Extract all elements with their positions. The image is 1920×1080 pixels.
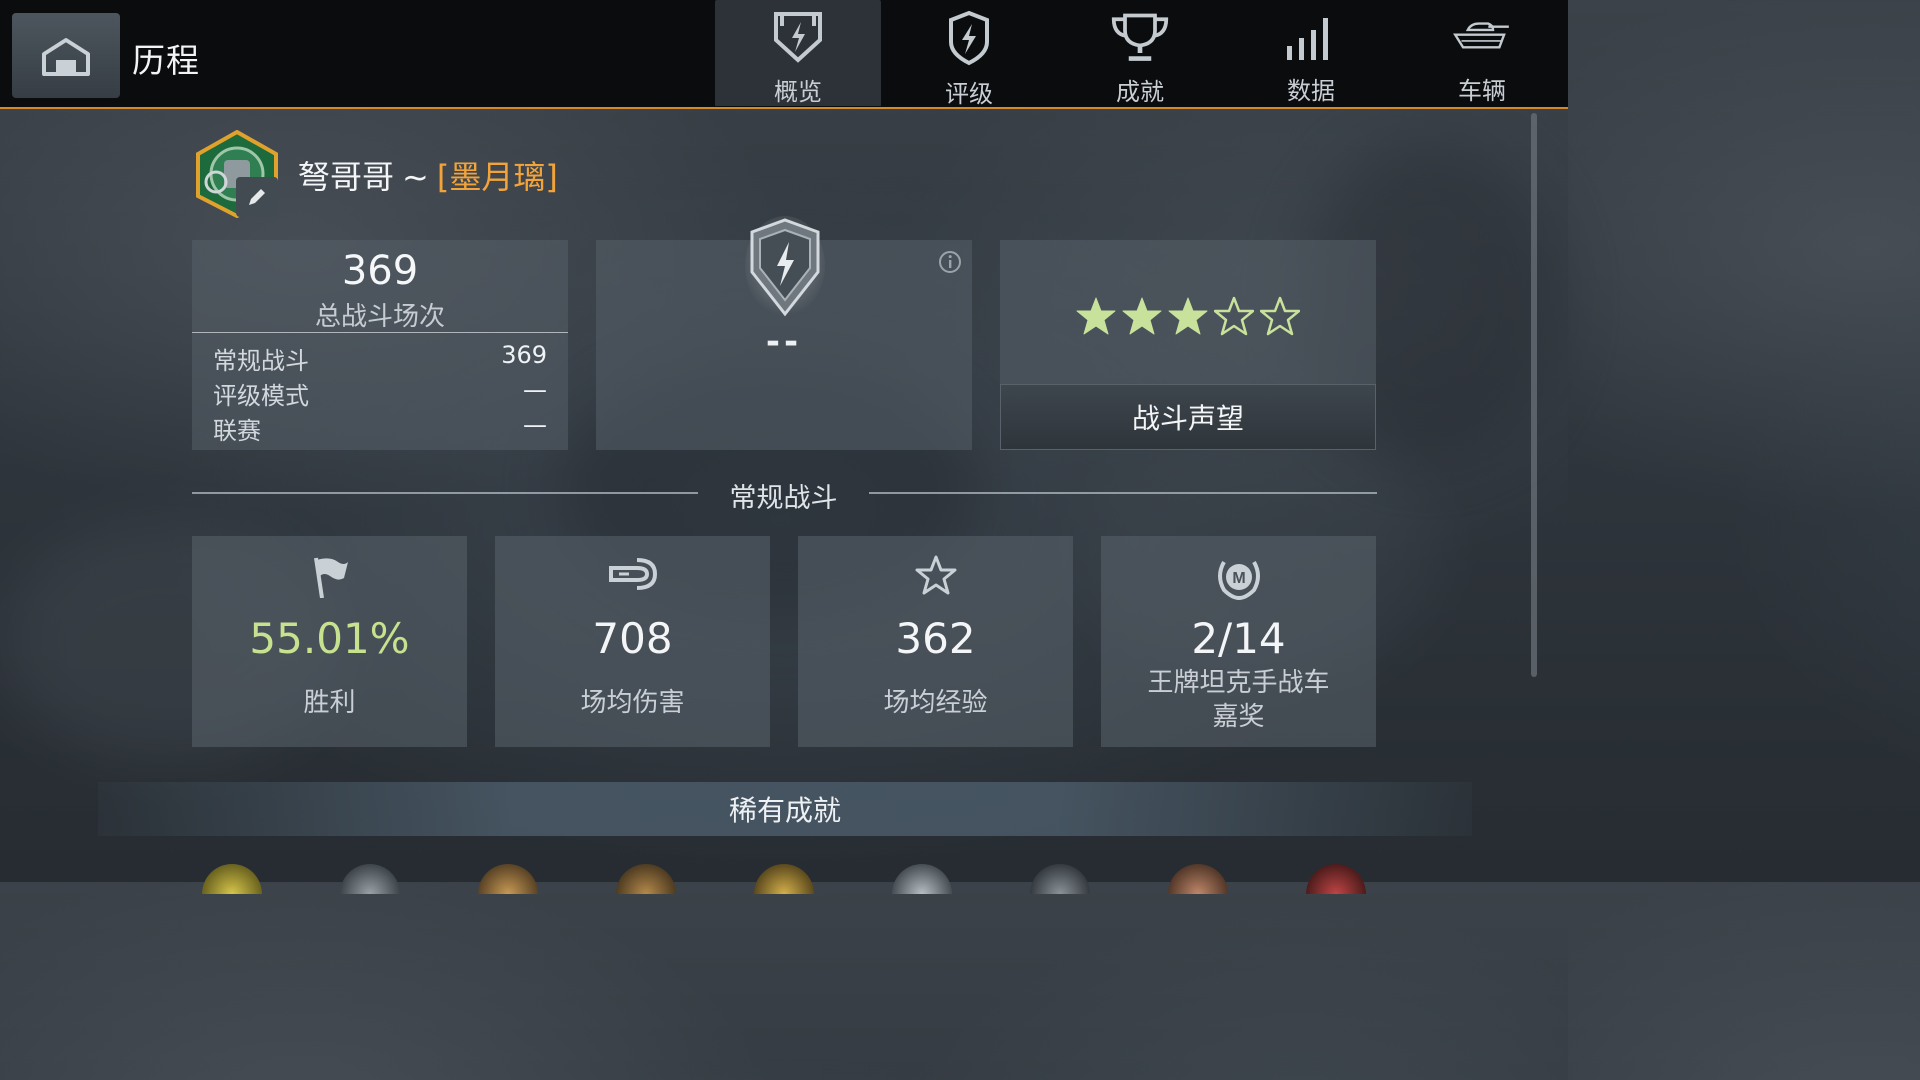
tab-statistics[interactable]: 数据 — [1228, 0, 1394, 106]
mastery-badge-label-line: 王牌坦克手战车 — [1147, 668, 1330, 698]
star-icon — [915, 555, 956, 595]
tab-label: 成就 — [1116, 78, 1164, 106]
total-battles-value: 369 — [341, 248, 419, 294]
tab-achievements[interactable]: 成就 — [1057, 0, 1223, 106]
section-divider — [192, 492, 698, 494]
battle-type-value: — — [523, 411, 547, 439]
mastery-badge-value: 2/14 — [1191, 614, 1286, 663]
section-title: 常规战斗 — [729, 483, 838, 514]
rare-achievement-medal-icon[interactable] — [1306, 864, 1366, 894]
hangar-home-icon — [42, 37, 90, 76]
top-bar: 历程 概览 评级 成就 数据 车辆 — [0, 0, 1568, 109]
battle-type-label: 评级模式 — [213, 382, 309, 410]
star-filled-icon — [1122, 297, 1162, 335]
rating-shield-icon — [949, 10, 989, 66]
tab-bar: 概览 评级 成就 数据 车辆 — [715, 0, 1570, 108]
battle-type-row: 常规战斗 369 — [213, 341, 547, 375]
battle-type-value: 369 — [501, 341, 547, 369]
player-name: 弩哥哥 — [298, 158, 395, 196]
battles-summary-panel: 369 总战斗场次 常规战斗 369 评级模式 — 联赛 — — [192, 240, 568, 450]
tab-rating[interactable]: 评级 — [886, 0, 1052, 108]
info-icon[interactable] — [938, 250, 962, 274]
battle-type-label: 常规战斗 — [213, 347, 309, 375]
rare-achievement-medal-icon[interactable] — [202, 864, 262, 894]
tab-overview[interactable]: 概览 — [715, 0, 881, 106]
win-rate-label: 胜利 — [303, 688, 356, 718]
battle-type-label: 联赛 — [213, 417, 261, 445]
battle-type-row: 联赛 — — [213, 411, 547, 445]
flag-icon — [313, 557, 348, 598]
star-empty-icon — [1214, 296, 1254, 336]
pencil-icon — [249, 189, 265, 205]
avg-experience-label: 场均经验 — [883, 688, 988, 718]
home-button[interactable] — [12, 13, 120, 98]
tab-label: 车辆 — [1458, 77, 1506, 105]
trophy-icon — [1111, 13, 1169, 61]
rare-achievements-header: 稀有成就 — [98, 782, 1472, 836]
svg-text:M: M — [1232, 570, 1245, 587]
name-separator: ~ — [402, 158, 429, 196]
tab-label: 概览 — [774, 78, 822, 106]
mastery-badge-label-line: 嘉奖 — [1212, 702, 1265, 732]
avg-damage-value: 708 — [592, 614, 673, 663]
win-rate-value: 55.01% — [249, 614, 410, 663]
rare-achievement-medal-icon[interactable] — [478, 864, 538, 894]
rare-achievement-medal-icon[interactable] — [1168, 864, 1228, 894]
rare-achievement-medal-icon[interactable] — [892, 864, 952, 894]
total-battles-label: 总战斗场次 — [314, 302, 445, 332]
page-title: 历程 — [132, 41, 200, 80]
win-rate-card[interactable]: 55.01% 胜利 — [192, 536, 467, 747]
avg-experience-card[interactable]: 362 场均经验 — [798, 536, 1073, 747]
bar-chart-icon — [1287, 17, 1328, 60]
section-divider — [869, 492, 1377, 494]
tab-label: 评级 — [945, 80, 993, 108]
rating-value: -- — [765, 322, 803, 362]
shell-damage-icon — [608, 558, 657, 590]
tank-icon — [1453, 21, 1509, 48]
mastery-badge-label: 王牌坦克手战车 嘉奖 — [1101, 666, 1376, 734]
prestige-stars — [1000, 296, 1376, 336]
rare-achievement-medal-icon[interactable] — [1030, 864, 1090, 894]
player-name-line: 弩哥哥 ~ [墨月璃] — [298, 152, 558, 198]
rare-achievement-medal-icon[interactable] — [616, 864, 676, 894]
tab-label: 数据 — [1287, 77, 1335, 105]
clan-tag[interactable]: [墨月璃] — [437, 158, 558, 196]
battle-prestige-button[interactable]: 战斗声望 — [1000, 384, 1376, 450]
battle-type-value: — — [523, 376, 547, 404]
avg-experience-value: 362 — [895, 614, 976, 663]
star-filled-icon — [1076, 297, 1116, 335]
star-empty-icon — [1260, 296, 1300, 336]
avg-damage-label: 场均伤害 — [580, 688, 685, 718]
battle-type-row: 评级模式 — — [213, 376, 547, 410]
mastery-badge-icon: M — [1217, 561, 1260, 600]
edit-profile-button[interactable] — [236, 177, 278, 217]
overview-shield-icon — [774, 12, 822, 63]
scrollbar[interactable] — [1531, 113, 1537, 677]
avg-damage-card[interactable]: 708 场均伤害 — [495, 536, 770, 747]
rare-achievement-medal-icon[interactable] — [340, 864, 400, 894]
rare-achievement-medal-icon[interactable] — [754, 864, 814, 894]
star-filled-icon — [1168, 297, 1208, 335]
divider — [192, 332, 568, 333]
rating-shield-emblem-icon — [745, 216, 825, 317]
mastery-badge-card[interactable]: M 2/14 王牌坦克手战车 嘉奖 — [1101, 536, 1376, 747]
tab-vehicles[interactable]: 车辆 — [1399, 0, 1565, 106]
